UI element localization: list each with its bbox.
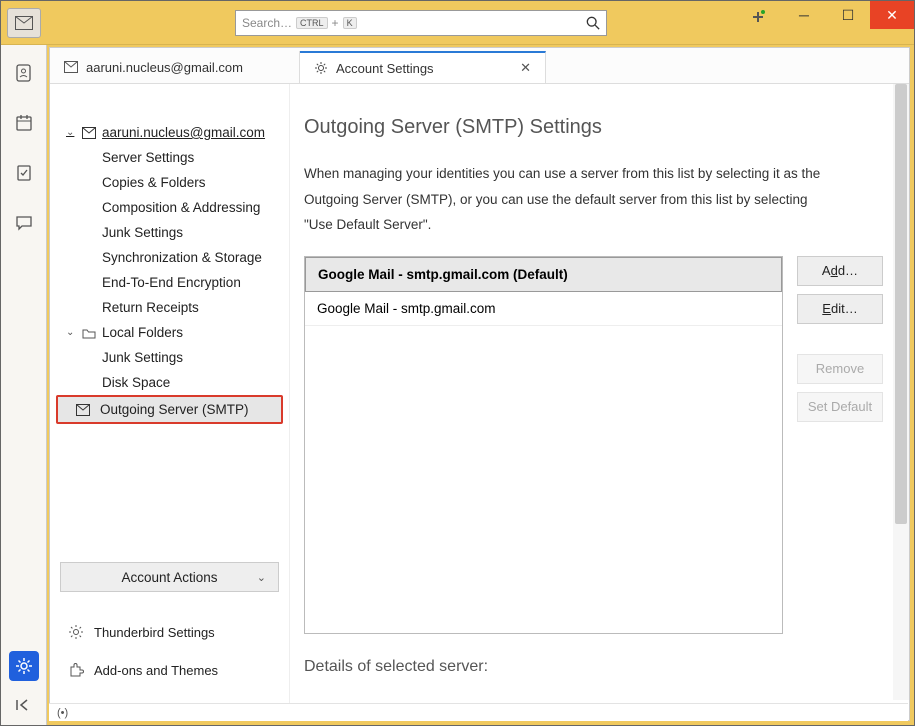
status-bar: (•) <box>49 703 908 721</box>
kbd-k: K <box>343 17 357 29</box>
edit-button[interactable]: Edit… <box>797 294 883 324</box>
tree-e2e-encryption[interactable]: End-To-End Encryption <box>56 270 283 295</box>
close-button[interactable]: ✕ <box>870 1 914 29</box>
tab-close-button[interactable]: ✕ <box>520 60 531 76</box>
smtp-list-item-default[interactable]: Google Mail - smtp.gmail.com (Default) <box>305 257 782 292</box>
chevron-down-icon: ⌄ <box>66 127 76 138</box>
account-actions-label: Account Actions <box>121 570 217 585</box>
tab-account-settings[interactable]: Account Settings ✕ <box>300 51 546 83</box>
main-panel: aaruni.nucleus@gmail.com Account Setting… <box>49 47 910 721</box>
mail-icon <box>64 61 78 73</box>
calendar-icon[interactable] <box>14 113 34 133</box>
kbd-ctrl: CTRL <box>296 17 328 29</box>
page-description: When managing your identities you can us… <box>304 161 824 238</box>
puzzle-icon <box>68 662 84 678</box>
smtp-server-list[interactable]: Google Mail - smtp.gmail.com (Default) G… <box>304 256 783 634</box>
tree-local-disk[interactable]: Disk Space <box>56 370 283 395</box>
settings-space-button[interactable] <box>9 651 39 681</box>
gear-icon <box>68 624 84 640</box>
smtp-list-item[interactable]: Google Mail - smtp.gmail.com <box>305 292 782 326</box>
account-tree: ⌄ aaruni.nucleus@gmail.com Server Settin… <box>50 84 290 720</box>
add-button[interactable]: Add… <box>797 256 883 286</box>
maximize-button[interactable]: ☐ <box>826 1 870 29</box>
tree-local-folders-label: Local Folders <box>102 325 183 340</box>
mail-account-icon <box>82 127 96 139</box>
remove-button[interactable]: Remove <box>797 354 883 384</box>
spaces-toolbar <box>1 45 47 725</box>
details-header: Details of selected server: <box>304 658 883 676</box>
tree-local-folders[interactable]: ⌄ Local Folders <box>56 320 283 345</box>
tree-account-root[interactable]: ⌄ aaruni.nucleus@gmail.com <box>56 120 283 145</box>
tree-sync-storage[interactable]: Synchronization & Storage <box>56 245 283 270</box>
settings-content: Outgoing Server (SMTP) Settings When man… <box>290 84 909 720</box>
tree-outgoing-smtp[interactable]: Outgoing Server (SMTP) <box>56 395 283 424</box>
folder-icon <box>82 327 96 339</box>
settings-tab-icon <box>314 61 328 75</box>
tab-settings-label: Account Settings <box>336 61 434 76</box>
search-icon <box>586 16 600 30</box>
account-actions-dropdown[interactable]: Account Actions ⌄ <box>60 562 279 592</box>
status-text: (•) <box>57 707 68 719</box>
address-book-icon[interactable] <box>14 63 34 83</box>
tree-local-junk[interactable]: Junk Settings <box>56 345 283 370</box>
titlebar: Search… CTRL + K ─ ☐ ✕ <box>1 1 914 45</box>
global-search-input[interactable]: Search… CTRL + K <box>235 10 607 36</box>
vertical-scrollbar[interactable] <box>893 84 909 700</box>
envelope-icon <box>15 16 33 30</box>
tree-server-settings[interactable]: Server Settings <box>56 145 283 170</box>
addons-themes-link[interactable]: Add-ons and Themes <box>60 654 279 686</box>
sync-status-icon[interactable] <box>752 10 766 24</box>
tree-account-label: aaruni.nucleus@gmail.com <box>102 125 265 140</box>
search-placeholder: Search… CTRL + K <box>242 16 586 30</box>
tasks-icon[interactable] <box>14 163 34 183</box>
page-title: Outgoing Server (SMTP) Settings <box>304 116 883 139</box>
collapse-rail-icon[interactable] <box>14 695 34 715</box>
tab-strip: aaruni.nucleus@gmail.com Account Setting… <box>50 48 909 84</box>
tab-mail-account[interactable]: aaruni.nucleus@gmail.com <box>50 51 300 83</box>
minimize-button[interactable]: ─ <box>782 1 826 29</box>
tree-composition[interactable]: Composition & Addressing <box>56 195 283 220</box>
tree-copies-folders[interactable]: Copies & Folders <box>56 170 283 195</box>
chevron-down-icon: ⌄ <box>66 327 76 338</box>
smtp-action-buttons: Add… Edit… Remove Set Default <box>797 256 883 634</box>
chat-icon[interactable] <box>14 213 34 233</box>
scrollbar-thumb[interactable] <box>895 84 907 524</box>
tree-smtp-label: Outgoing Server (SMTP) <box>100 402 249 417</box>
tab-mail-label: aaruni.nucleus@gmail.com <box>86 60 243 75</box>
app-menu-button[interactable] <box>7 8 41 38</box>
smtp-icon <box>76 404 90 416</box>
tree-return-receipts[interactable]: Return Receipts <box>56 295 283 320</box>
thunderbird-settings-link[interactable]: Thunderbird Settings <box>60 616 279 648</box>
set-default-button[interactable]: Set Default <box>797 392 883 422</box>
chevron-down-icon: ⌄ <box>257 571 266 584</box>
tree-junk-settings[interactable]: Junk Settings <box>56 220 283 245</box>
